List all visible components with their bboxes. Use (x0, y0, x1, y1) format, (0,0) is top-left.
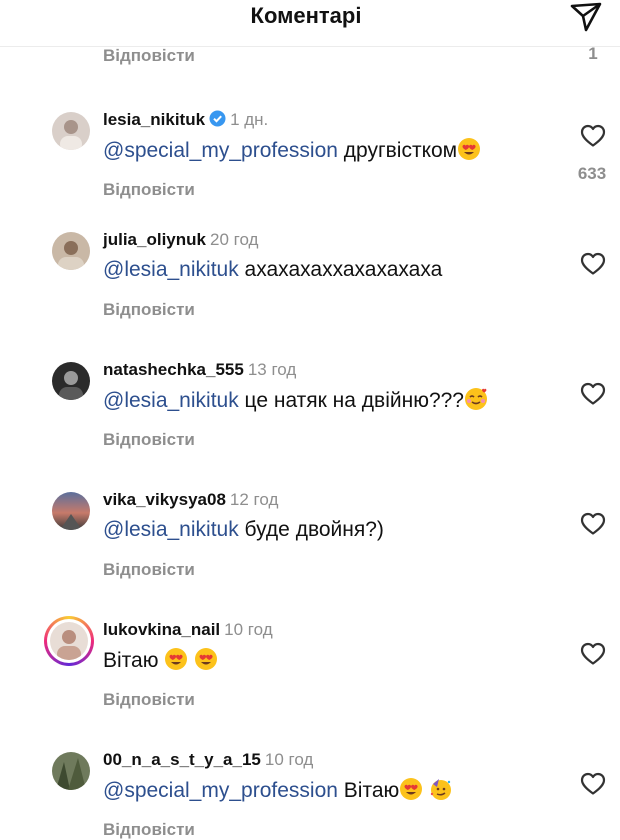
comment-time: 13 год (247, 360, 297, 379)
reply-button[interactable]: Відповісти (103, 690, 195, 710)
heart-icon[interactable] (580, 124, 606, 148)
like-count: 1 (588, 44, 598, 63)
comment-username[interactable]: 00_n_a_s_t_y_a_15 (103, 750, 261, 769)
verified-badge-icon (209, 110, 226, 127)
party-face-emoji (430, 778, 452, 800)
comment-username[interactable]: vika_vikysya08 (103, 490, 226, 509)
heart-eyes-emoji (165, 648, 188, 670)
comment-body: буде двойня?) (238, 518, 384, 541)
comment-text: Вітаю (103, 648, 218, 673)
heart-icon[interactable] (580, 252, 606, 276)
comment-text: @special_my_profession другвістком (103, 138, 481, 163)
reply-button[interactable]: Відповісти (103, 820, 195, 840)
heart-eyes-emoji (400, 778, 423, 800)
mention-link[interactable]: @lesia_nikituk (103, 389, 239, 412)
smiling-hearts-emoji (465, 388, 487, 410)
like-count: 633 (577, 164, 607, 183)
comment-username[interactable]: lukovkina_nail (103, 620, 220, 639)
comment-time: 20 год (209, 230, 259, 249)
avatar[interactable] (52, 492, 90, 530)
mention-link[interactable]: @lesia_nikituk (103, 518, 239, 541)
heart-icon[interactable] (580, 772, 606, 796)
story-ring (47, 619, 91, 663)
comment-body: Вітаю (337, 779, 400, 802)
heart-eyes-emoji (195, 648, 218, 670)
comment-username[interactable]: julia_oliynuk (103, 230, 206, 249)
reply-button[interactable]: Відповісти (103, 46, 195, 66)
mention-link[interactable]: @special_my_profession (103, 139, 338, 162)
comment-time: 12 год (229, 490, 279, 509)
avatar[interactable] (52, 112, 90, 150)
mention-link[interactable]: @lesia_nikituk (103, 258, 239, 281)
comment-text: @special_my_profession Вітаю (103, 778, 453, 803)
comment-body: другвістком (337, 139, 458, 162)
reply-button[interactable]: Відповісти (103, 560, 195, 580)
comment-time: 10 год (264, 750, 314, 769)
comment-body: Вітаю (103, 649, 165, 672)
paper-plane-icon[interactable] (566, 0, 606, 32)
comment-text: @lesia_nikituk ахахахаххахахахаха (103, 258, 442, 282)
comment-time: 10 год (224, 620, 273, 639)
avatar[interactable] (44, 616, 94, 666)
reply-button[interactable]: Відповісти (103, 180, 195, 200)
comment-body: ахахахаххахахахаха (238, 258, 443, 281)
heart-icon[interactable] (580, 642, 606, 666)
heart-icon[interactable] (580, 512, 606, 536)
comment-text: @lesia_nikituk буде двойня?) (103, 518, 384, 542)
heart-icon[interactable] (580, 382, 606, 406)
reply-button[interactable]: Відповісти (103, 430, 195, 450)
comment-body: це натяк на двійню??? (238, 389, 464, 412)
comment-time: 1 дн. (230, 110, 269, 129)
heart-eyes-emoji (458, 138, 481, 160)
mention-link[interactable]: @special_my_profession (103, 779, 338, 802)
comment-username[interactable]: lesia_nikituk (103, 110, 205, 129)
avatar[interactable] (52, 362, 90, 400)
comment-username[interactable]: natashechka_555 (103, 360, 244, 379)
page-title: Коментарі (250, 3, 362, 28)
avatar[interactable] (52, 232, 90, 270)
avatar[interactable] (52, 752, 90, 790)
header: Коментарі (0, 0, 620, 47)
reply-button[interactable]: Відповісти (103, 300, 195, 320)
comment-text: @lesia_nikituk це натяк на двійню??? (103, 388, 488, 413)
